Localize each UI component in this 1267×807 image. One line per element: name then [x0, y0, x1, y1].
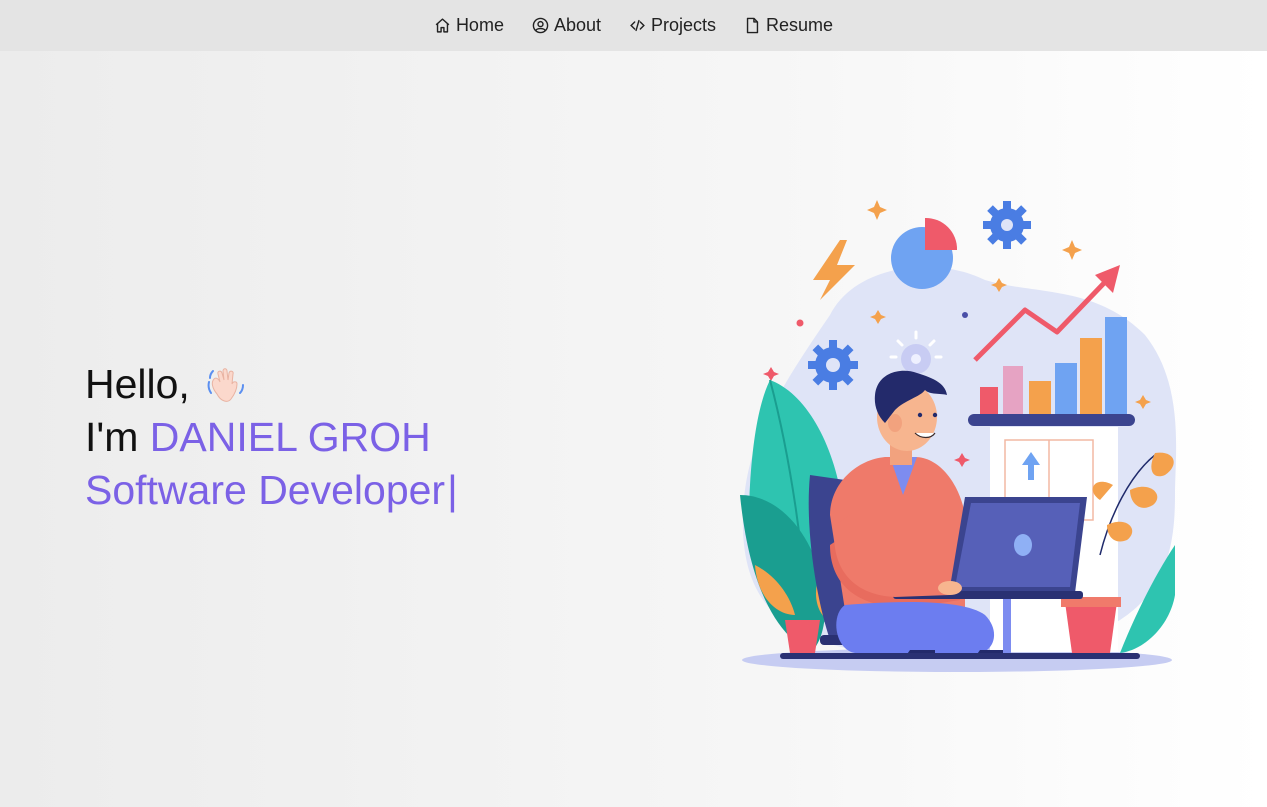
developer-name: DANIEL GROH: [149, 414, 431, 460]
document-icon: [744, 17, 761, 34]
greeting-line: Hello,: [85, 358, 458, 411]
name-line: I'm DANIEL GROH: [85, 411, 458, 464]
nav-home[interactable]: Home: [434, 15, 504, 36]
nav-about[interactable]: About: [532, 15, 601, 36]
nav-resume-label: Resume: [766, 15, 834, 35]
typing-cursor: |: [447, 467, 458, 513]
role-typewriter: Software Developer: [85, 467, 446, 513]
waving-hand-icon: [204, 362, 250, 408]
developer-at-laptop-illustration: [735, 195, 1185, 680]
user-circle-icon: [532, 17, 549, 34]
nav-home-label: Home: [455, 15, 504, 35]
hero-intro: Hello, I'm DANIEL GROH Software Develope…: [85, 358, 458, 517]
nav-resume[interactable]: Resume: [744, 15, 833, 36]
role-line: Software Developer |: [85, 464, 458, 517]
nav-projects[interactable]: Projects: [629, 15, 716, 36]
home-icon: [434, 17, 451, 34]
intro-text: I'm: [85, 414, 150, 460]
nav-about-label: About: [553, 15, 601, 35]
nav-projects-label: Projects: [651, 15, 717, 35]
top-navbar: Home About Projects Resume: [0, 0, 1267, 51]
greeting-text: Hello,: [85, 361, 190, 407]
code-icon: [629, 17, 646, 34]
